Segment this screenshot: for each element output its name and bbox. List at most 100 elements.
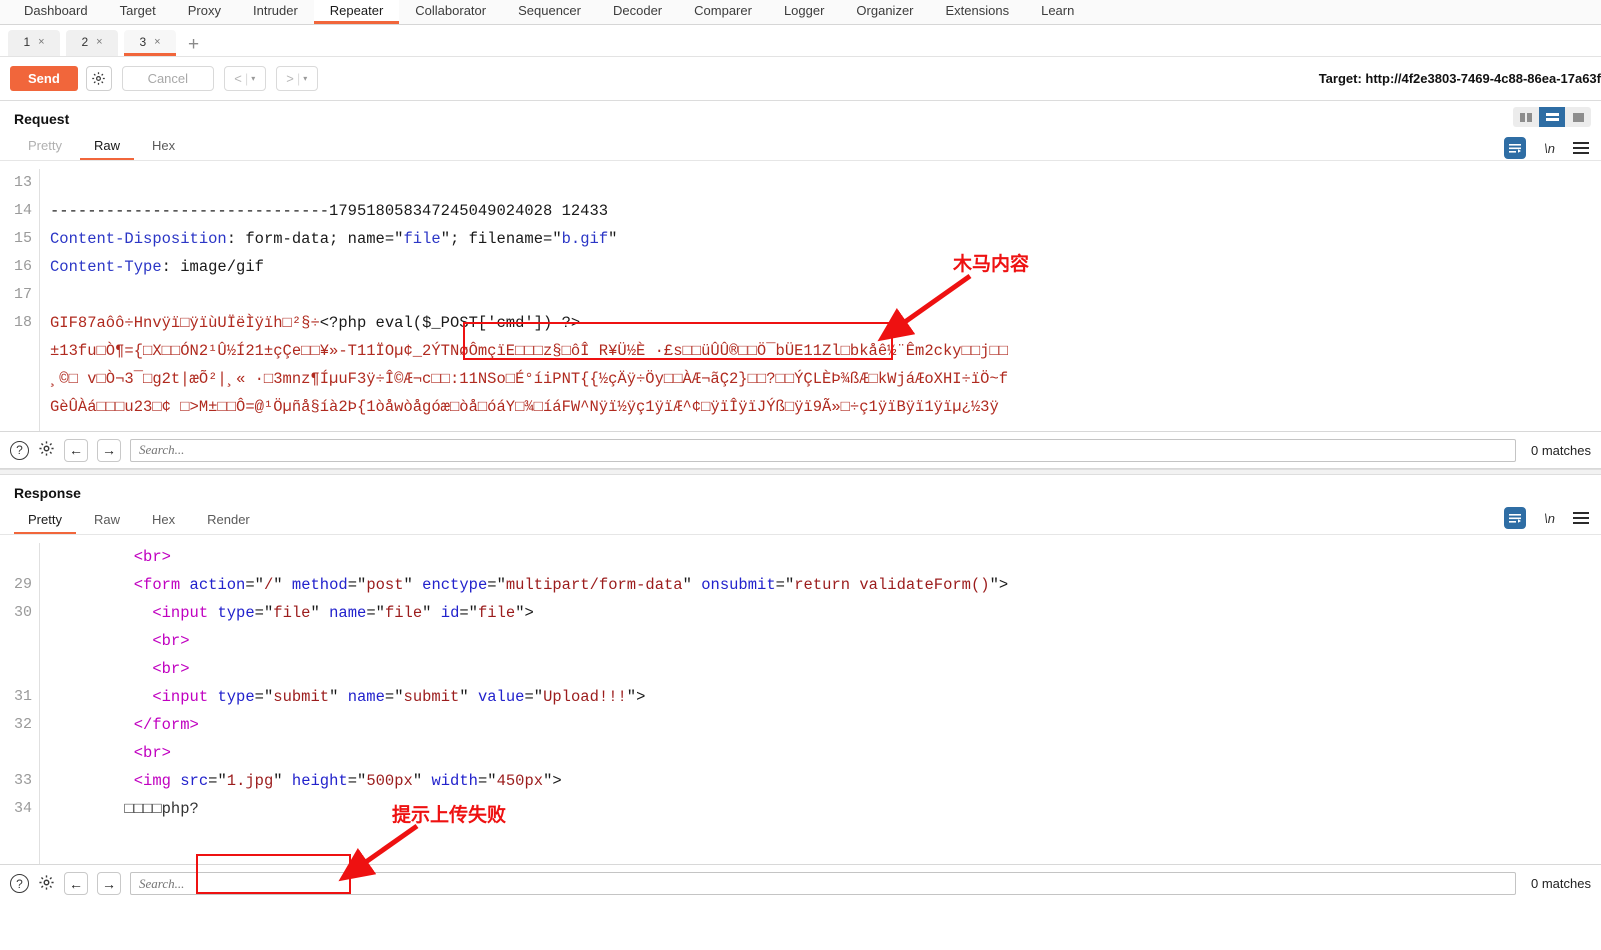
search-back-button[interactable]: ←: [64, 872, 88, 895]
layout-single-pane-button[interactable]: [1565, 107, 1591, 127]
nav-tab-repeater[interactable]: Repeater: [313, 0, 400, 24]
line-number: 14: [13, 202, 32, 219]
gear-icon[interactable]: [85, 66, 112, 91]
nav-tab-proxy[interactable]: Proxy: [172, 0, 237, 24]
word-wrap-icon[interactable]: [1504, 507, 1527, 529]
code-token: =": [366, 604, 385, 622]
gear-icon[interactable]: [38, 440, 55, 460]
nav-tab-logger[interactable]: Logger: [768, 0, 840, 24]
code-token: value: [477, 688, 525, 706]
menu-icon[interactable]: [1573, 512, 1589, 524]
code-token: type: [217, 604, 255, 622]
search-forward-button[interactable]: →: [97, 438, 121, 462]
nav-tab-organizer[interactable]: Organizer: [840, 0, 929, 24]
search-forward-button[interactable]: →: [97, 872, 121, 895]
code-token: GèÛÀá□□□u23□¢ □>M±□□Ô=@¹Öµñå§íà2Þ{1òåwòå…: [50, 398, 999, 416]
code-line: □□□□php?: [50, 795, 1601, 823]
code-token: post: [366, 576, 404, 594]
response-tab-pretty[interactable]: Pretty: [14, 509, 76, 534]
code-line: <br>: [50, 655, 1601, 683]
help-icon[interactable]: ?: [10, 440, 29, 460]
request-body-text[interactable]: ------------------------------1795180583…: [40, 169, 1601, 431]
line-number: 34: [13, 800, 32, 817]
response-line-numbers: 29 30 31 32 33 34: [0, 543, 40, 864]
nav-tab-dashboard[interactable]: Dashboard: [8, 0, 104, 24]
code-token: =": [775, 576, 795, 594]
response-body-text[interactable]: <br> <form action="/" method="post" enct…: [40, 543, 1601, 864]
search-back-button[interactable]: ←: [64, 438, 88, 462]
code-token: =": [254, 688, 274, 706]
code-token: ": [273, 576, 292, 594]
code-token: =": [487, 576, 506, 594]
menu-icon[interactable]: [1573, 142, 1589, 154]
repeater-tab-strip: 1 × 2 × 3 × +: [0, 25, 1601, 57]
repeater-tab-3[interactable]: 3 ×: [124, 30, 176, 56]
code-token: 450px: [496, 772, 544, 790]
code-token: submit: [273, 688, 330, 706]
request-tab-hex[interactable]: Hex: [138, 135, 189, 160]
repeater-tab-label: 1: [23, 34, 31, 49]
request-editor[interactable]: 13 14 15 16 17 18 ---------------------------…: [0, 169, 1601, 431]
code-line: ±13fu□Ò¶={□X□□ÓN2¹Û½Í21±çÇe□□¥»-T11ÏOµ¢_…: [50, 337, 1601, 365]
response-view-tabs: Pretty Raw Hex Render: [0, 509, 1601, 535]
response-tab-hex[interactable]: Hex: [138, 509, 189, 534]
response-panel-header: Response Pretty Raw Hex Render \n: [0, 475, 1601, 543]
new-tab-button[interactable]: +: [182, 35, 209, 56]
code-line: <br>: [50, 543, 1601, 571]
next-request-button[interactable]: > | ▾: [275, 66, 318, 91]
nav-tab-sequencer[interactable]: Sequencer: [502, 0, 597, 24]
send-button[interactable]: Send: [10, 66, 78, 91]
repeater-tab-1[interactable]: 1 ×: [8, 30, 60, 56]
nav-tab-target[interactable]: Target: [104, 0, 172, 24]
code-token: ": [608, 230, 618, 248]
newline-toggle-icon[interactable]: \n: [1544, 141, 1555, 156]
code-token: id: [440, 604, 460, 622]
response-editor[interactable]: 29 30 31 32 33 34 <br> <form action="/" met…: [0, 543, 1601, 864]
request-editor-tools: \n: [1504, 137, 1589, 159]
request-view-tabs: Pretty Raw Hex: [0, 135, 1601, 161]
nav-tab-learn[interactable]: Learn: [1025, 0, 1090, 24]
code-line: <br>: [50, 627, 1601, 655]
nav-tab-decoder[interactable]: Decoder: [597, 0, 678, 24]
nav-tab-collaborator[interactable]: Collaborator: [399, 0, 502, 24]
close-icon[interactable]: ×: [154, 36, 160, 48]
line-number-blank: [0, 739, 32, 767]
word-wrap-icon[interactable]: [1504, 137, 1527, 159]
code-token: ": [403, 576, 423, 594]
layout-horizontal-split-button[interactable]: [1539, 107, 1565, 127]
code-token: <input: [152, 604, 209, 622]
cancel-button[interactable]: Cancel: [121, 66, 214, 91]
request-panel-header: Request Pretty Raw Hex \n: [0, 101, 1601, 169]
nav-tab-intruder[interactable]: Intruder: [237, 0, 314, 24]
divider: |: [244, 71, 249, 86]
nav-tab-extensions[interactable]: Extensions: [930, 0, 1026, 24]
response-tab-render[interactable]: Render: [193, 509, 264, 534]
response-search-input[interactable]: [130, 872, 1517, 895]
code-token: =": [459, 604, 478, 622]
layout-vertical-split-button[interactable]: [1513, 107, 1539, 127]
code-token: =": [384, 688, 404, 706]
help-icon[interactable]: ?: [10, 874, 29, 893]
line-number: 33: [13, 772, 32, 789]
repeater-tab-2[interactable]: 2 ×: [66, 30, 118, 56]
request-tab-pretty[interactable]: Pretty: [14, 135, 76, 160]
code-token: height: [291, 772, 348, 790]
gear-icon[interactable]: [38, 874, 55, 894]
line-number-blank: [0, 627, 32, 655]
close-icon[interactable]: ×: [96, 36, 102, 48]
line-number: 16: [13, 258, 32, 275]
request-search-input[interactable]: [130, 438, 1517, 462]
code-token: ">: [515, 604, 534, 622]
chevron-down-icon: ▾: [251, 74, 256, 83]
code-line: <input type="submit" name="submit" value…: [50, 683, 1601, 711]
request-tab-raw[interactable]: Raw: [79, 135, 134, 160]
nav-tab-comparer[interactable]: Comparer: [678, 0, 768, 24]
response-tab-raw[interactable]: Raw: [80, 509, 134, 534]
code-token: return validateForm(): [794, 576, 990, 594]
close-icon[interactable]: ×: [38, 36, 44, 48]
previous-request-button[interactable]: < | ▾: [223, 66, 266, 91]
newline-toggle-icon[interactable]: \n: [1544, 511, 1555, 526]
code-token: <br>: [152, 660, 190, 678]
